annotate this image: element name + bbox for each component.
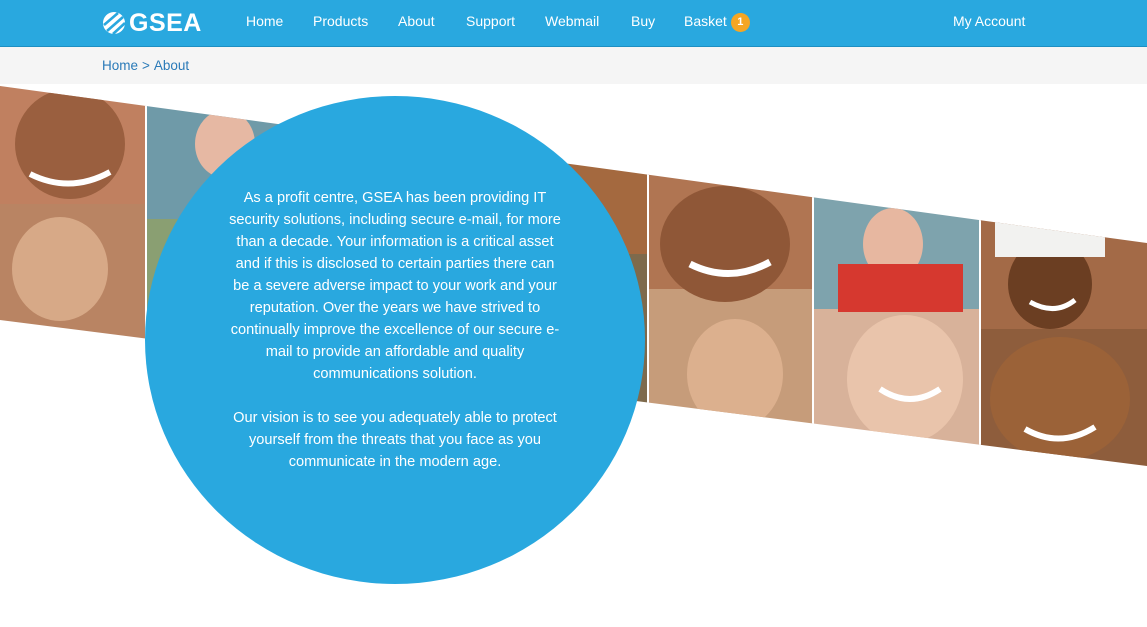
gsea-logo[interactable]: GSEA bbox=[102, 9, 202, 37]
basket-label: Basket bbox=[684, 13, 727, 29]
about-text: As a profit centre, GSEA has been provid… bbox=[227, 187, 563, 495]
about-paragraph-1: As a profit centre, GSEA has been provid… bbox=[229, 190, 561, 382]
nav-buy[interactable]: Buy bbox=[631, 13, 655, 29]
nav-basket[interactable]: Basket 1 bbox=[684, 13, 750, 32]
gsea-logo-icon bbox=[103, 12, 126, 35]
top-navigation-bar: GSEA Home Products About Support Webmail… bbox=[0, 0, 1147, 47]
about-paragraph-2: Our vision is to see you adequately able… bbox=[233, 410, 557, 470]
nav-home[interactable]: Home bbox=[246, 13, 283, 29]
nav-products[interactable]: Products bbox=[313, 13, 368, 29]
nav-about[interactable]: About bbox=[398, 13, 435, 29]
basket-count-badge: 1 bbox=[730, 13, 750, 32]
breadcrumb-current: About bbox=[153, 58, 190, 73]
breadcrumb: Home > About bbox=[102, 58, 189, 73]
nav-webmail[interactable]: Webmail bbox=[545, 13, 599, 29]
logo-text: GSEA bbox=[129, 8, 202, 37]
nav-support[interactable]: Support bbox=[466, 13, 515, 29]
breadcrumb-bar: Home > About bbox=[0, 47, 1147, 84]
my-account-link[interactable]: My Account bbox=[953, 13, 1025, 29]
about-hero: As a profit centre, GSEA has been provid… bbox=[0, 84, 1147, 627]
breadcrumb-separator: > bbox=[142, 58, 150, 73]
breadcrumb-home-link[interactable]: Home bbox=[102, 58, 138, 73]
